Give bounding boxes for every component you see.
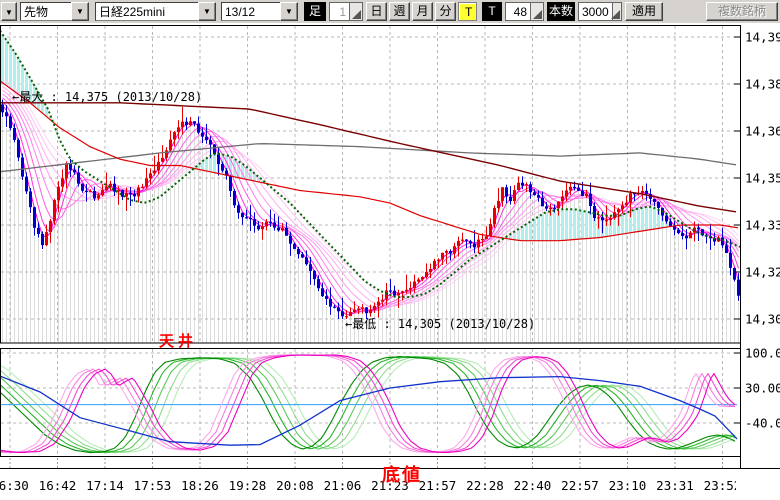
time-axis-label: 21:06 <box>324 478 362 493</box>
oscillator-axis-label: 100.00 <box>745 346 780 361</box>
time-axis-label: 17:14 <box>86 478 124 493</box>
time-axis-label: 18:26 <box>181 478 219 493</box>
time-axis-label: 16:42 <box>39 478 77 493</box>
price-axis-label: 14,350 <box>745 171 780 186</box>
oscillator-axis-label: 30.00 <box>745 381 780 396</box>
price-axis-label: 14,365 <box>745 124 780 139</box>
time-axis-label: 19:28 <box>229 478 267 493</box>
chart-application-window: 14,395 14,380 14,365 14,350 14,335 14,320 14,3… <box>0 0 780 500</box>
price-axis-label: 14,335 <box>745 218 780 233</box>
time-axis-label: 22:28 <box>466 478 504 493</box>
price-axis-label: 14,395 <box>745 30 780 45</box>
price-axis-label: 14,320 <box>745 265 780 280</box>
time-axis-label: 23:10 <box>609 478 647 493</box>
main-price-panel[interactable] <box>0 26 740 343</box>
bottom-label: 底値 <box>382 461 422 487</box>
ceiling-label: 天井 <box>159 330 197 351</box>
time-axis-label: 23:31 <box>656 478 694 493</box>
time-axis-label: 22:57 <box>561 478 599 493</box>
chart-canvas[interactable]: 14,395 14,380 14,365 14,350 14,335 14,320 14,3… <box>0 0 780 500</box>
time-axis-label: 16:30 <box>0 478 29 493</box>
price-axis-label: 14,305 <box>745 312 780 327</box>
time-axis-label: 23:52 <box>704 478 742 493</box>
oscillator-axis-label: -40.00 <box>745 416 780 431</box>
time-axis-label: 17:53 <box>134 478 172 493</box>
oscillator-panel[interactable] <box>0 349 740 456</box>
session-low-annotation: ←最低 : 14,305 (2013/10/28) <box>345 315 535 332</box>
time-axis-label: 20:08 <box>276 478 314 493</box>
time-axis: 16:30 16:42 17:14 17:53 18:26 19:28 20:08 21:06… <box>0 478 741 493</box>
price-axis-label: 14,380 <box>745 77 780 92</box>
session-high-annotation: ←最大 : 14,375 (2013/10/28) <box>12 88 202 105</box>
time-axis-label: 21:57 <box>419 478 457 493</box>
time-axis-label: 22:40 <box>514 478 552 493</box>
